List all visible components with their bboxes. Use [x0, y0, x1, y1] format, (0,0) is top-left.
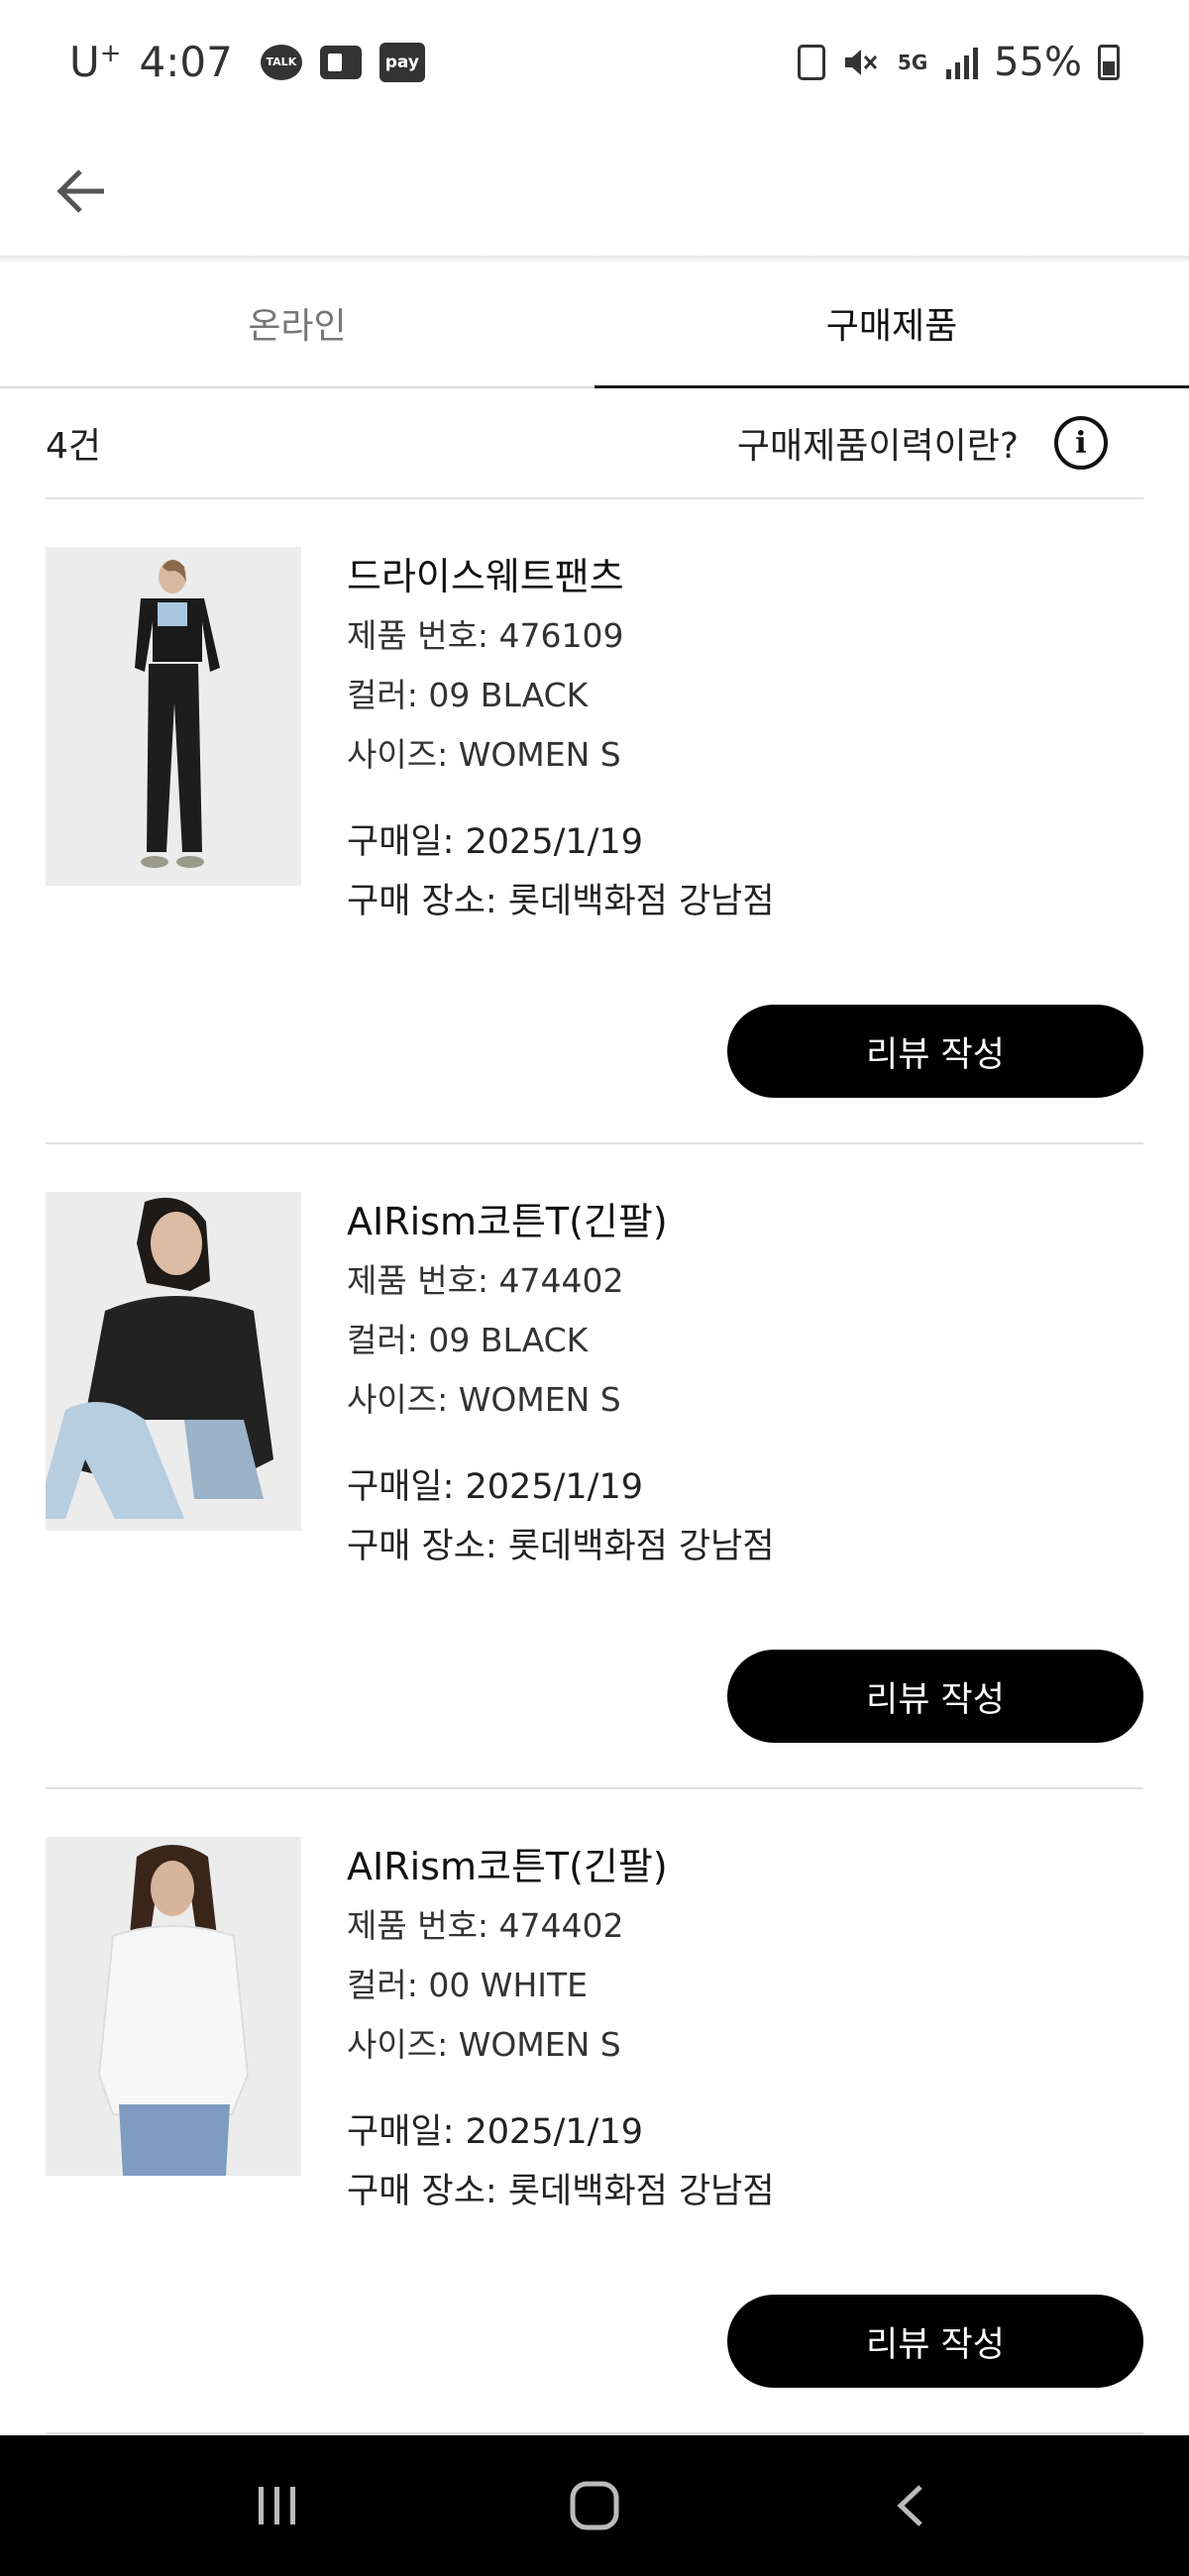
write-review-button[interactable]: 리뷰 작성 — [727, 1005, 1143, 1098]
back-button[interactable] — [50, 160, 113, 223]
tab-bar: 온라인 구매제품 — [0, 260, 1189, 388]
battery-percent: 55% — [994, 39, 1082, 85]
write-review-button[interactable]: 리뷰 작성 — [727, 1650, 1143, 1743]
tab-online[interactable]: 온라인 — [0, 260, 594, 386]
product-size: 사이즈: WOMEN S — [347, 2025, 621, 2064]
clock: 4:07 — [139, 38, 233, 86]
pay-icon: pay — [378, 42, 425, 82]
purchase-history-info-link[interactable]: 구매제품이력이란? — [737, 417, 1019, 469]
status-right: 5G 55% — [798, 40, 1120, 85]
tab-purchased-products[interactable]: 구매제품 — [594, 260, 1189, 388]
battery-icon — [1098, 44, 1120, 80]
product-info: 드라이스웨트팬츠 제품 번호: 476109 컬러: 09 BLACK 사이즈:… — [347, 547, 1139, 931]
product-color: 컬러: 00 WHITE — [347, 1966, 588, 2004]
woman-black-longsleeve-photo-icon — [46, 1192, 301, 1531]
home-icon — [570, 2481, 619, 2530]
product-list: 드라이스웨트팬츠 제품 번호: 476109 컬러: 09 BLACK 사이즈:… — [46, 499, 1143, 2434]
purchase-date: 구매일: 2025/1/19 — [347, 822, 643, 862]
product-color: 컬러: 09 BLACK — [347, 1321, 589, 1359]
product-number: 제품 번호: 474402 — [347, 1261, 624, 1300]
purchase-store: 구매 장소: 롯데백화점 강남점 — [347, 882, 775, 921]
woman-white-longsleeve-photo-icon — [46, 1837, 301, 2176]
battery-saver-icon — [798, 44, 826, 80]
product-card: AIRism코튼T(긴팔) 제품 번호: 474402 컬러: 00 WHITE… — [46, 1789, 1143, 2434]
signal-icon — [946, 46, 979, 79]
product-size: 사이즈: WOMEN S — [347, 735, 621, 774]
write-review-button[interactable]: 리뷰 작성 — [727, 2295, 1143, 2388]
product-card: AIRism코튼T(긴팔) 제품 번호: 474402 컬러: 09 BLACK… — [46, 1144, 1143, 1789]
arrow-left-icon — [56, 168, 104, 213]
app-notification-icon — [319, 45, 362, 79]
system-nav-bar — [0, 2435, 1189, 2576]
status-left: U+ 4:07 TALK pay — [69, 38, 425, 86]
product-number: 제품 번호: 474402 — [347, 1906, 624, 1945]
app-bar — [0, 124, 1189, 258]
summary-row: 4건 구매제품이력이란? i — [46, 388, 1143, 499]
product-size: 사이즈: WOMEN S — [347, 1380, 621, 1419]
product-name[interactable]: 드라이스웨트팬츠 — [347, 547, 1139, 606]
product-info: AIRism코튼T(긴팔) 제품 번호: 474402 컬러: 09 BLACK… — [347, 1192, 1139, 1576]
screen: U+ 4:07 TALK pay 5G 55% 온라인 구매제품 4건 구매제품… — [0, 0, 1189, 2576]
product-name[interactable]: AIRism코튼T(긴팔) — [347, 1837, 1139, 1896]
product-card: 드라이스웨트팬츠 제품 번호: 476109 컬러: 09 BLACK 사이즈:… — [46, 499, 1143, 1144]
product-image[interactable] — [46, 547, 301, 886]
info-icon[interactable]: i — [1054, 416, 1108, 470]
product-name[interactable]: AIRism코튼T(긴팔) — [347, 1192, 1139, 1251]
product-number: 제품 번호: 476109 — [347, 616, 624, 655]
product-image[interactable] — [46, 1837, 301, 2176]
product-info: AIRism코튼T(긴팔) 제품 번호: 474402 컬러: 00 WHITE… — [347, 1837, 1139, 2221]
recent-apps-button[interactable] — [228, 2456, 327, 2555]
purchase-store: 구매 장소: 롯데백화점 강남점 — [347, 2172, 775, 2211]
product-color: 컬러: 09 BLACK — [347, 676, 589, 714]
purchase-date: 구매일: 2025/1/19 — [347, 1467, 643, 1507]
chevron-left-icon — [897, 2485, 922, 2526]
system-back-button[interactable] — [862, 2456, 961, 2555]
home-button[interactable] — [545, 2456, 644, 2555]
purchase-store: 구매 장소: 롯데백화점 강남점 — [347, 1527, 775, 1566]
mute-icon — [841, 44, 879, 81]
carrier-label: U+ — [69, 38, 122, 86]
status-bar: U+ 4:07 TALK pay 5G 55% — [0, 0, 1189, 124]
woman-black-jacket-pants-photo-icon — [46, 547, 301, 886]
kakaotalk-icon: TALK — [260, 44, 302, 80]
product-image[interactable] — [46, 1192, 301, 1531]
network-5g-icon: 5G — [897, 50, 928, 74]
purchase-date: 구매일: 2025/1/19 — [347, 2112, 643, 2152]
item-count: 4건 — [46, 426, 102, 467]
recent-apps-icon — [259, 2487, 295, 2524]
